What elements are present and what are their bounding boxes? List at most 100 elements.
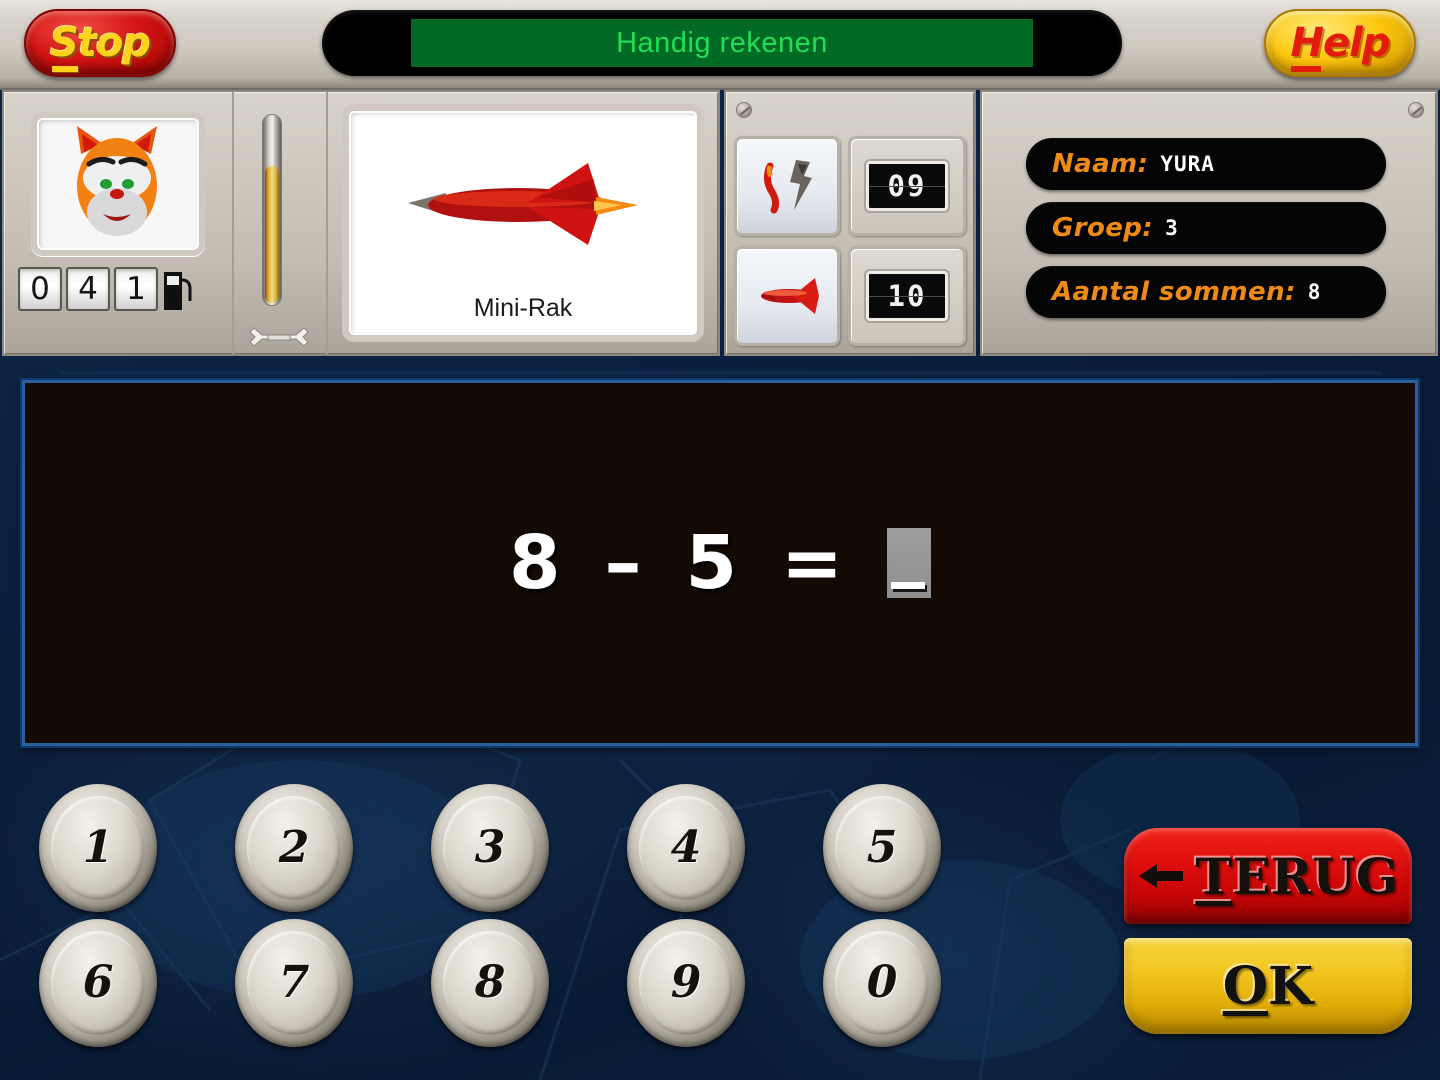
screw-icon (736, 102, 752, 118)
key-2[interactable]: 2 (196, 780, 392, 915)
equals-sign: = (780, 520, 843, 606)
key-disc: 0 (823, 918, 941, 1047)
key-1[interactable]: 1 (0, 780, 196, 915)
odometer-digit: 0 (18, 267, 62, 311)
counter-display: 09 (866, 161, 948, 211)
red-rocket-icon (408, 163, 638, 246)
back-accel-letter: T (1195, 846, 1233, 906)
key-disc: 1 (39, 783, 157, 912)
wrench-icon (249, 327, 309, 347)
screw-icon (1408, 102, 1424, 118)
sum-count-row: Aantal sommen: 8 (1026, 266, 1386, 318)
player-group-value: 3 (1165, 216, 1179, 240)
cat-avatar-icon (77, 126, 157, 236)
dashboard: 0 4 1 Mini-Rak 09 10 Naam: YURA Groep: 3… (0, 88, 1440, 423)
key-6[interactable]: 6 (0, 915, 196, 1050)
title-screen: Handig rekenen (411, 19, 1033, 67)
key-disc: 4 (627, 783, 745, 912)
rocket-icon (734, 246, 840, 346)
fuel-gauge-fill (265, 166, 279, 303)
vehicle-name: Mini-Rak (473, 294, 573, 322)
key-label: 5 (866, 822, 898, 873)
counter-value: 09 (887, 169, 927, 203)
keypad-row-bottom: 6 7 8 9 0 (0, 915, 1130, 1050)
player-group-row: Groep: 3 (1026, 202, 1386, 254)
crashed-rocket-counter: 09 (848, 136, 966, 236)
answer-input[interactable] (887, 528, 931, 598)
player-name-value: YURA (1160, 152, 1215, 176)
crashed-rocket-glyph (763, 160, 812, 214)
key-5[interactable]: 5 (784, 780, 980, 915)
key-label: 1 (82, 822, 114, 873)
number-keypad: 1 2 3 4 5 6 7 8 9 0 (0, 780, 1130, 1070)
counter-list: 09 10 (734, 136, 966, 346)
counter-row: 10 (734, 246, 966, 346)
counter-display: 10 (866, 271, 948, 321)
odometer-digit: 1 (114, 267, 158, 311)
counter-row: 09 (734, 136, 966, 236)
fuel-pump-icon (164, 272, 192, 310)
odometer-digit: 4 (66, 267, 110, 311)
key-label: 7 (278, 957, 310, 1008)
dashboard-left-panel: 0 4 1 Mini-Rak (2, 90, 939, 423)
action-buttons: T ERUG OK (1124, 828, 1414, 1034)
keypad-row-top: 1 2 3 4 5 (0, 780, 1130, 915)
fuel-gauge-block (232, 92, 328, 354)
operand-right: 5 (685, 520, 737, 606)
key-3[interactable]: 3 (392, 780, 588, 915)
key-disc: 5 (823, 783, 941, 912)
help-button[interactable]: Help (1264, 9, 1416, 77)
player-name-row: Naam: YURA (1026, 138, 1386, 190)
equation-row: 8 – 5 = (25, 383, 1415, 743)
sum-count-label: Aantal sommen: (1052, 277, 1296, 307)
back-button-label: T ERUG (1195, 847, 1398, 906)
vehicle-block: Mini-Rak (328, 92, 939, 423)
title-bar: Stop Handig rekenen Help (0, 0, 1440, 90)
key-label: 3 (474, 822, 506, 873)
ok-rest-letters: K (1268, 955, 1314, 1017)
key-4[interactable]: 4 (588, 780, 784, 915)
rocket-counter: 10 (848, 246, 966, 346)
player-name-label: Naam: (1052, 149, 1149, 179)
equation-display: 8 – 5 = (22, 380, 1418, 746)
key-disc: 6 (39, 918, 157, 1047)
key-9[interactable]: 9 (588, 915, 784, 1050)
back-rest-letters: ERUG (1232, 846, 1399, 906)
key-disc: 8 (431, 918, 549, 1047)
key-disc: 2 (235, 783, 353, 912)
stop-button-label: Stop (49, 20, 151, 72)
player-info-list: Naam: YURA Groep: 3 Aantal sommen: 8 (1026, 138, 1386, 318)
key-8[interactable]: 8 (392, 915, 588, 1050)
key-disc: 9 (627, 918, 745, 1047)
ok-button[interactable]: OK (1124, 938, 1412, 1034)
key-label: 9 (670, 957, 702, 1008)
help-button-label: Help (1290, 20, 1390, 72)
key-0[interactable]: 0 (784, 915, 980, 1050)
title-display: Handig rekenen (322, 10, 1122, 76)
player-info-panel: Naam: YURA Groep: 3 Aantal sommen: 8 (980, 90, 1438, 356)
sum-count-value: 8 (1307, 280, 1322, 304)
crashed-rocket-icon (734, 136, 840, 236)
operand-left: 8 (508, 520, 561, 606)
ok-accel-letter: O (1222, 955, 1269, 1017)
key-disc: 3 (431, 783, 549, 912)
distance-odometer: 0 4 1 (18, 266, 222, 312)
back-button[interactable]: T ERUG (1124, 828, 1412, 924)
stop-button[interactable]: Stop (24, 9, 176, 77)
dashboard-counters-panel: 09 10 (724, 90, 976, 356)
key-label: 0 (866, 957, 898, 1008)
fuel-gauge (262, 114, 282, 306)
avatar (31, 112, 205, 256)
rocket-glyph (761, 278, 819, 314)
avatar-block: 0 4 1 (4, 92, 232, 354)
key-disc: 7 (235, 918, 353, 1047)
key-label: 8 (474, 957, 506, 1008)
key-7[interactable]: 7 (196, 915, 392, 1050)
key-label: 4 (670, 822, 702, 873)
ok-button-label: OK (1223, 956, 1314, 1017)
operator: – (604, 520, 642, 606)
key-label: 6 (82, 957, 114, 1008)
vehicle-preview: Mini-Rak (342, 104, 704, 342)
key-label: 2 (278, 822, 310, 873)
player-group-label: Groep: (1052, 213, 1154, 243)
